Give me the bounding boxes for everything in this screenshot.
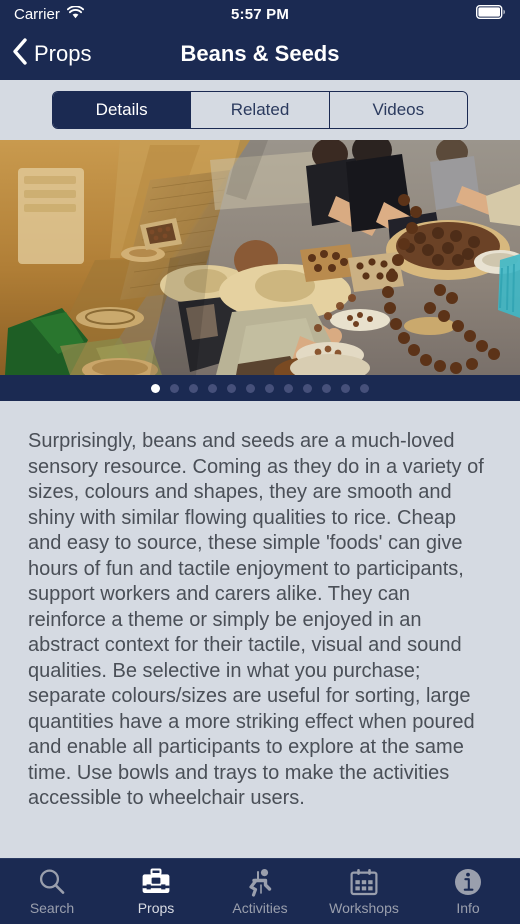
status-bar-time: 5:57 PM xyxy=(230,5,290,23)
back-button[interactable]: Props xyxy=(0,38,91,70)
tab-details[interactable]: Details xyxy=(53,92,191,128)
gallery-page-indicator[interactable] xyxy=(0,375,520,401)
tab-bar-item-info[interactable]: Info xyxy=(416,859,520,924)
search-icon xyxy=(37,867,67,897)
tab-bar-label-props: Props xyxy=(137,900,175,916)
tab-bar-label-info: Info xyxy=(456,900,480,916)
page-dot-11[interactable] xyxy=(341,383,350,393)
running-person-icon xyxy=(245,867,275,897)
page-dot-1[interactable] xyxy=(151,383,160,393)
chevron-left-icon xyxy=(12,38,28,70)
status-bar: Carrier 5:57 PM xyxy=(0,0,520,28)
details-body-text: Surprisingly, beans and seeds are a much… xyxy=(28,430,484,809)
tab-bar-item-search[interactable]: Search xyxy=(0,859,104,924)
tab-related[interactable]: Related xyxy=(190,92,329,128)
page-dot-7[interactable] xyxy=(265,383,274,393)
carrier-label: Carrier xyxy=(14,5,60,23)
tab-bar-label-activities: Activities xyxy=(232,900,288,916)
status-bar-right xyxy=(289,4,506,23)
page-dot-2[interactable] xyxy=(170,383,179,393)
tab-bar-item-props[interactable]: Props xyxy=(104,859,208,924)
page-dot-4[interactable] xyxy=(208,383,217,393)
wifi-icon xyxy=(66,4,84,23)
info-circle-icon xyxy=(453,867,483,897)
tab-bar-item-activities[interactable]: Activities xyxy=(208,859,312,924)
page-dot-8[interactable] xyxy=(284,383,293,393)
tab-videos[interactable]: Videos xyxy=(328,92,467,128)
page-dot-3[interactable] xyxy=(189,383,198,393)
app-root: Carrier 5:57 PM Props Beans & Seeds Deta… xyxy=(0,0,520,924)
gallery-image[interactable] xyxy=(0,140,520,375)
details-content: Surprisingly, beans and seeds are a much… xyxy=(0,401,520,858)
back-button-label: Props xyxy=(34,41,92,66)
briefcase-icon xyxy=(141,867,171,897)
battery-full-icon xyxy=(475,4,506,23)
tab-bar: Search Props Activities Workshops Info xyxy=(0,858,520,924)
page-dot-6[interactable] xyxy=(246,383,255,393)
tab-bar-label-workshops: Workshops xyxy=(329,900,399,916)
segmented-control[interactable]: Details Related Videos xyxy=(52,91,468,129)
page-dot-12[interactable] xyxy=(360,383,369,393)
navigation-bar: Props Beans & Seeds xyxy=(0,28,520,80)
page-dot-10[interactable] xyxy=(322,383,331,393)
calendar-icon xyxy=(349,867,379,897)
tab-bar-item-workshops[interactable]: Workshops xyxy=(312,859,416,924)
tab-bar-label-search: Search xyxy=(29,900,75,916)
page-dot-5[interactable] xyxy=(227,383,236,393)
page-dot-9[interactable] xyxy=(303,383,312,393)
status-bar-left: Carrier xyxy=(14,4,231,23)
gallery-image-artwork xyxy=(0,140,520,375)
segmented-control-container: Details Related Videos xyxy=(0,80,520,140)
